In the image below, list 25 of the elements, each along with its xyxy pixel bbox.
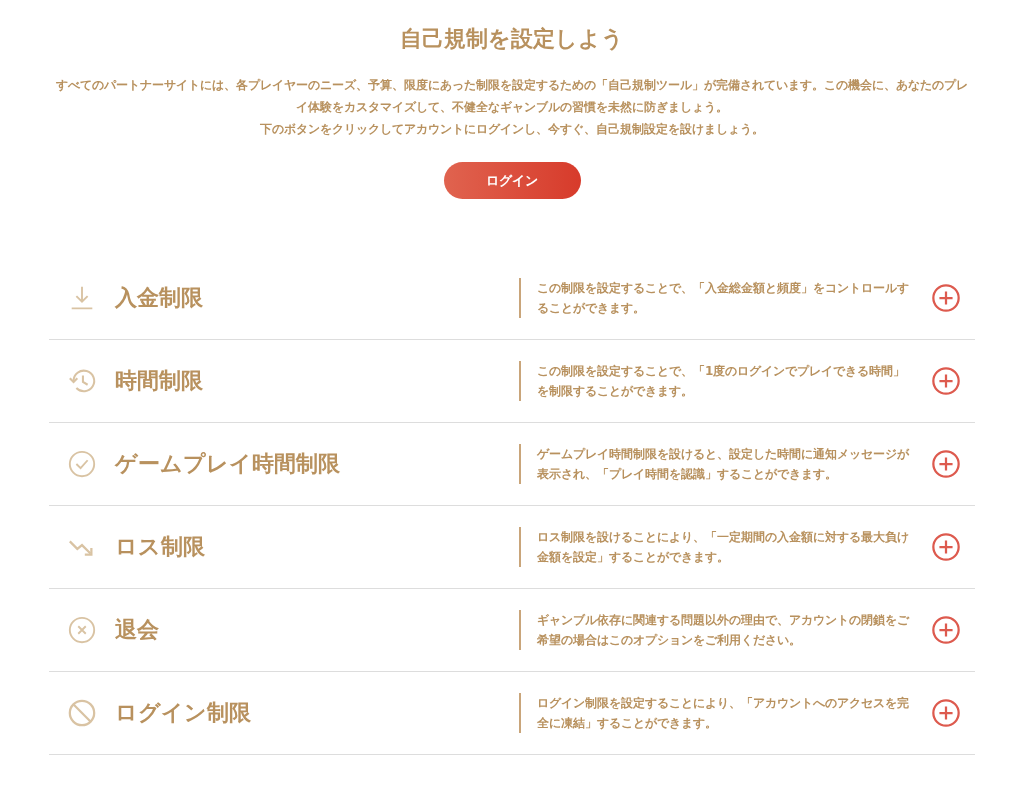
expand-plus-icon[interactable] [931,283,961,313]
page-title: 自己規制を設定しよう [400,25,624,53]
limit-title: ロス制限 [115,533,205,561]
limit-title: 時間制限 [115,367,203,395]
limit-title: ログイン制限 [115,699,251,727]
limit-description: ギャンブル依存に関連する問題以外の理由で、アカウントの閉鎖をご希望の場合はこのオプションをご利用ください。 [537,613,909,647]
close-circle-icon [67,615,97,645]
limit-title: 退会 [115,616,159,644]
limit-description: ログイン制限を設定することにより、「アカウントへのアクセスを完全に凍結」することができます。 [537,696,909,730]
expand-plus-icon[interactable] [931,615,961,645]
login-button[interactable]: ログイン [443,162,581,199]
expand-plus-icon[interactable] [931,698,961,728]
intro-text: 下のボタンをクリックしてアカウントにログインし、今すぐ、自己規制設定を設けましょう。 [259,121,765,138]
limit-description: ロス制限を設けることにより、「一定期間の入金額に対する最大負け金額を設定」することができます。 [537,530,909,564]
expand-plus-icon[interactable] [931,366,961,396]
limit-title: ゲームプレイ時間制限 [115,450,340,478]
limit-description: ゲームプレイ時間制限を設けると、設定した時間に通知メッセージが表示され、「プレイ時間を認識」することができます。 [537,447,909,481]
limit-description: この制限を設定することで、「入金総金額と頻度」をコントロールすることができます。 [537,281,909,315]
expand-plus-icon[interactable] [931,449,961,479]
check-circle-icon [67,449,97,479]
expand-plus-icon[interactable] [931,532,961,562]
intro-text: すべてのパートナーサイトには、各プレイヤーのニーズ、予算、限度にあった制限を設定するための「自己規制ツール」が完備されています。この機会に、あなたのプレイ体験をカスタマイズして、不健全なギャンブルの習慣を未然に防ぎましょう。 [55,77,969,116]
limit-description: この制限を設定することで、「1度のログインでプレイできる時間」を制限することができます。 [537,364,906,398]
limit-title: 入金制限 [115,284,203,312]
ban-icon [67,698,97,728]
